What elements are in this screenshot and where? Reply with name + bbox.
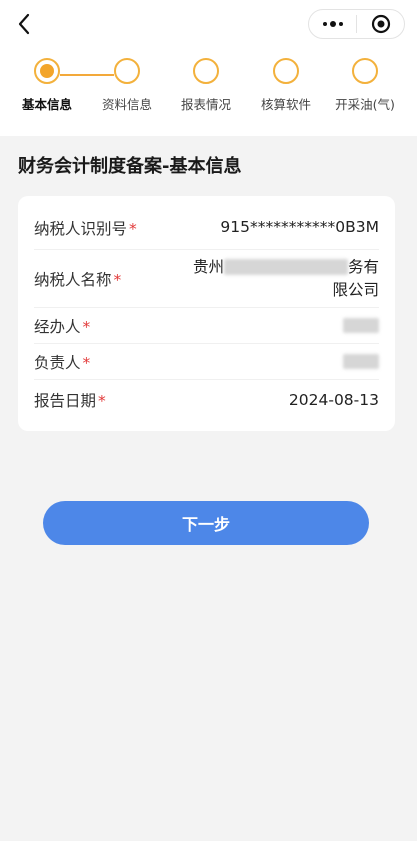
- field-value: 2024-08-13: [288, 390, 379, 409]
- field-label: 纳税人名称 *: [34, 270, 122, 289]
- step-indicator: [352, 58, 378, 84]
- field-label: 负责人 *: [34, 353, 91, 372]
- page-title: 财务会计制度备案-基本信息: [18, 156, 242, 177]
- field-label: 经办人 *: [34, 317, 91, 336]
- field-value: 915***********0B3M: [220, 218, 379, 236]
- step-indicator: [273, 58, 299, 84]
- step-indicator-active: [34, 58, 60, 84]
- mini-program-capsule: [308, 9, 405, 39]
- top-bar: 基本信息 资料信息 报表情况 核算软件 开采油(气): [0, 0, 417, 136]
- step-oil-gas-extraction[interactable]: 开采油(气): [325, 58, 405, 113]
- field-responsible: 负责人 *: [34, 344, 379, 380]
- field-taxpayer-id: 纳税人识别号 * 915***********0B3M: [34, 206, 379, 250]
- chevron-left-icon: [18, 13, 30, 35]
- next-step-button[interactable]: 下一步: [43, 501, 369, 545]
- step-label: 核算软件: [260, 97, 311, 112]
- more-button[interactable]: [309, 10, 356, 38]
- step-accounting-software[interactable]: 核算软件: [246, 58, 326, 113]
- field-value: [343, 314, 379, 337]
- field-operator: 经办人 *: [34, 308, 379, 344]
- step-materials-info[interactable]: 资料信息: [87, 58, 167, 113]
- step-indicator: [114, 58, 140, 84]
- step-label: 基本信息: [21, 97, 72, 112]
- step-label: 开采油(气): [335, 97, 395, 112]
- progress-steps: 基本信息 资料信息 报表情况 核算软件 开采油(气): [0, 58, 417, 118]
- field-label: 纳税人识别号 *: [34, 219, 137, 238]
- field-value: 贵州 务有 限公司: [192, 257, 379, 299]
- step-indicator: [193, 58, 219, 84]
- step-label: 报表情况: [180, 97, 231, 112]
- field-label: 报告日期 *: [34, 392, 106, 410]
- redacted-text: [343, 354, 379, 369]
- field-report-date: 报告日期 * 2024-08-13: [34, 380, 379, 420]
- step-report-status[interactable]: 报表情况: [166, 58, 246, 113]
- field-taxpayer-name: 纳税人名称 * 贵州 务有 限公司: [34, 250, 379, 308]
- close-button[interactable]: [357, 10, 404, 38]
- step-basic-info[interactable]: 基本信息: [7, 58, 87, 113]
- more-dots-icon: [322, 21, 343, 27]
- basic-info-card: 纳税人识别号 * 915***********0B3M 纳税人名称 * 贵州 务有 限…: [18, 196, 395, 431]
- field-value: [343, 350, 379, 373]
- step-label: 资料信息: [101, 97, 152, 112]
- target-close-icon: [371, 14, 390, 34]
- redacted-text: [223, 259, 348, 275]
- back-button[interactable]: [10, 10, 38, 38]
- redacted-text: [343, 318, 379, 333]
